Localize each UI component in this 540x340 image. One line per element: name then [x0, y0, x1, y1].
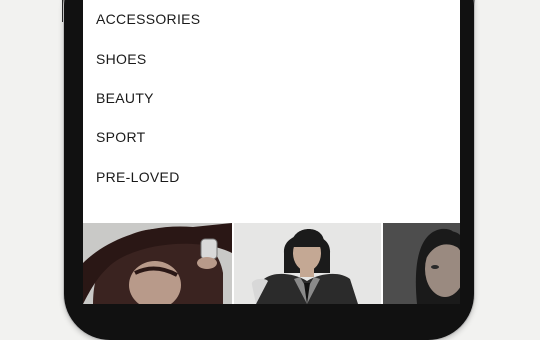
woman-portrait-tile[interactable]: [83, 223, 232, 304]
menu-item-pre-loved[interactable]: PRE-LOVED: [96, 169, 180, 185]
menu-item-accessories[interactable]: ACCESSORIES: [96, 11, 200, 27]
editorial-tiles: [83, 223, 460, 304]
menu-item-shoes[interactable]: SHOES: [96, 51, 147, 67]
man-jacket-tile[interactable]: [234, 223, 381, 304]
menu-item-sport[interactable]: SPORT: [96, 129, 145, 145]
man-portrait-tile[interactable]: [383, 223, 460, 304]
phone-screen: ACCESSORIES SHOES BEAUTY SPORT PRE-LOVED: [83, 0, 460, 304]
menu-item-beauty[interactable]: BEAUTY: [96, 90, 154, 106]
